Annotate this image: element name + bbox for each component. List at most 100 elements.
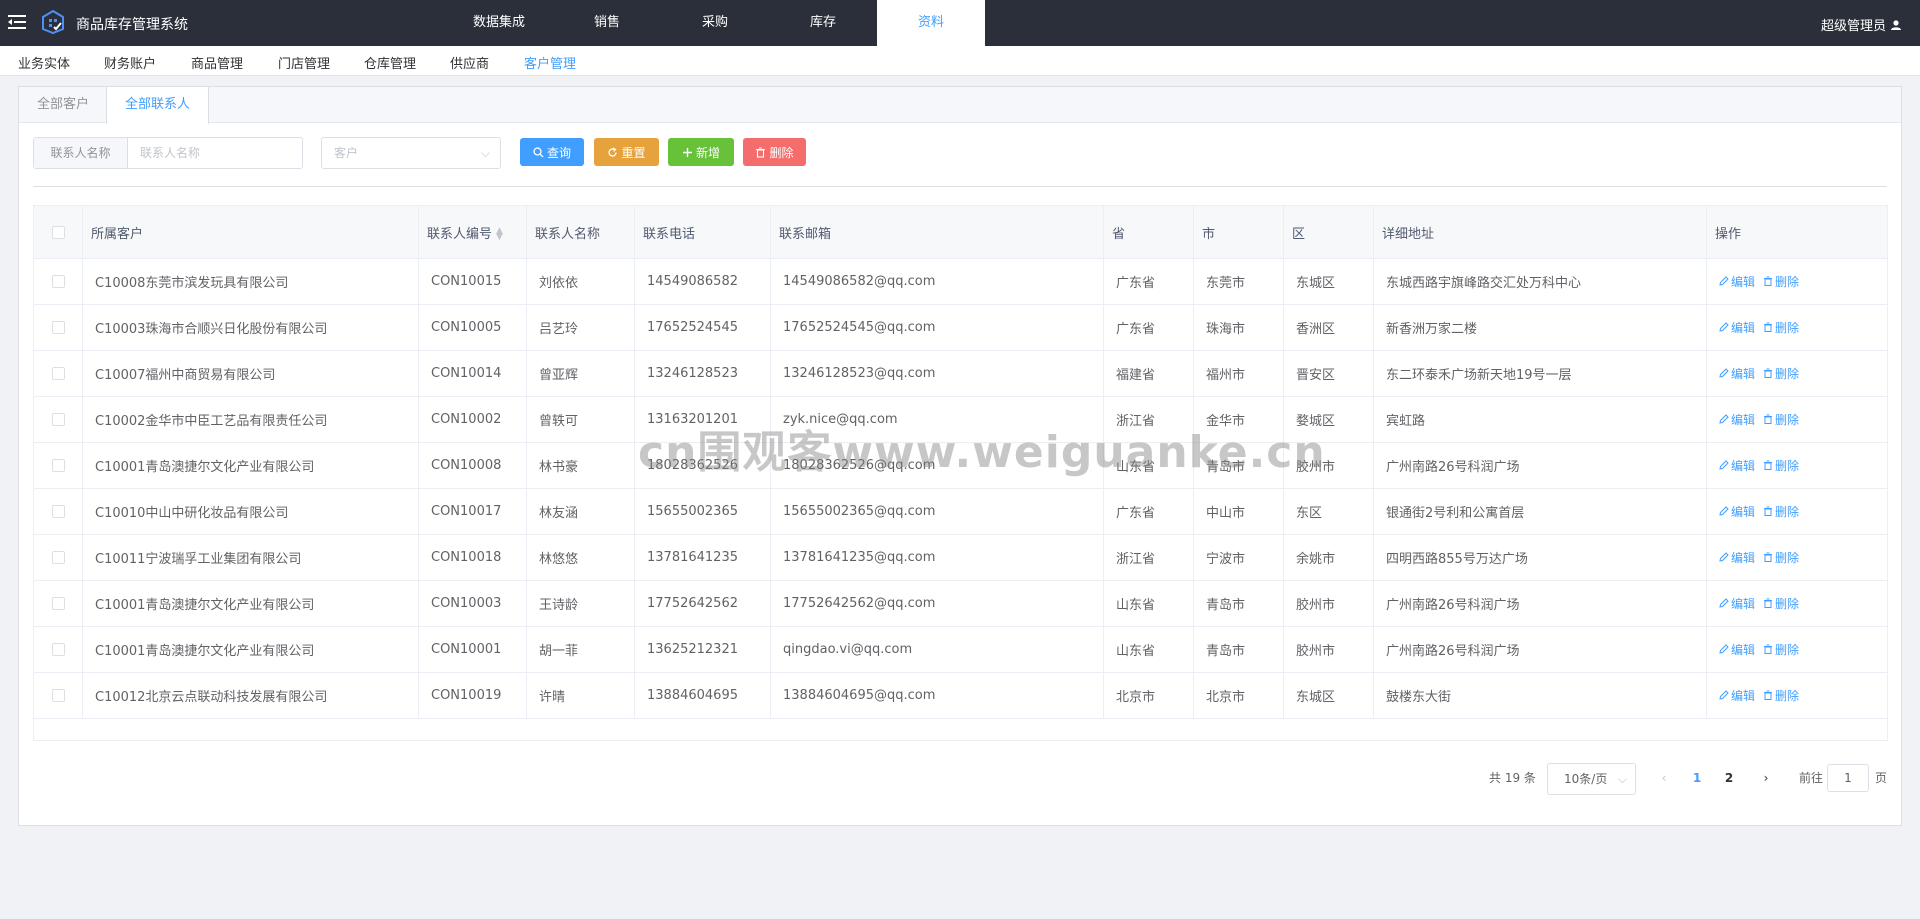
topnav-item-purchase[interactable]: 采购 xyxy=(661,0,769,46)
tab-all-customers[interactable]: 全部客户 xyxy=(19,87,107,123)
row-checkbox[interactable] xyxy=(51,321,65,334)
subnav-item-business-entity[interactable]: 业务实体 xyxy=(18,53,70,72)
row-delete-button[interactable]: 删除 xyxy=(1763,457,1799,474)
row-checkbox[interactable] xyxy=(51,643,65,656)
subnav-item-product[interactable]: 商品管理 xyxy=(191,53,243,72)
edit-button[interactable]: 编辑 xyxy=(1719,503,1755,520)
user-menu[interactable]: 超级管理员 xyxy=(1821,15,1902,34)
cell-phone: 13246128523 xyxy=(634,350,771,397)
cell-customer: C10012北京云点联动科技发展有限公司 xyxy=(82,672,419,719)
row-delete-button[interactable]: 删除 xyxy=(1763,503,1799,520)
cell-province: 福建省 xyxy=(1103,350,1194,397)
cell-address: 鼓楼东大街 xyxy=(1373,672,1707,719)
row-delete-button[interactable]: 删除 xyxy=(1763,549,1799,566)
prev-page-icon[interactable]: ‹ xyxy=(1657,763,1671,793)
row-delete-button[interactable]: 删除 xyxy=(1763,687,1799,704)
cell-contact-id: CON10008 xyxy=(418,442,527,489)
row-checkbox[interactable] xyxy=(51,689,65,702)
table-row: C10001青岛澳捷尔文化产业有限公司 CON10001 胡一菲 1362521232… xyxy=(33,626,1888,673)
edit-button[interactable]: 编辑 xyxy=(1719,457,1755,474)
customer-select[interactable]: 客户 ⌵ xyxy=(321,137,501,169)
page-2[interactable]: 2 xyxy=(1717,763,1741,793)
edit-icon xyxy=(1719,322,1729,332)
cell-contact-id: CON10017 xyxy=(418,488,527,535)
cell-district: 胶州市 xyxy=(1283,626,1374,673)
edit-button[interactable]: 编辑 xyxy=(1719,273,1755,290)
edit-button[interactable]: 编辑 xyxy=(1719,595,1755,612)
cell-email: 13246128523@qq.com xyxy=(770,350,1104,397)
subnav-item-finance-account[interactable]: 财务账户 xyxy=(104,53,156,72)
next-page-icon[interactable]: › xyxy=(1759,763,1773,793)
cell-contact-id: CON10018 xyxy=(418,534,527,581)
subnav-item-store[interactable]: 门店管理 xyxy=(278,53,330,72)
row-delete-button[interactable]: 删除 xyxy=(1763,595,1799,612)
tab-all-contacts[interactable]: 全部联系人 xyxy=(106,87,210,124)
edit-button[interactable]: 编辑 xyxy=(1719,687,1755,704)
row-checkbox[interactable] xyxy=(51,597,65,610)
row-select-cell xyxy=(33,304,83,351)
edit-icon xyxy=(1719,598,1729,608)
menu-toggle-icon[interactable] xyxy=(6,11,28,33)
row-delete-button[interactable]: 删除 xyxy=(1763,365,1799,382)
cell-phone: 13884604695 xyxy=(634,672,771,719)
query-button[interactable]: 查询 xyxy=(520,138,584,166)
chevron-down-icon: ⌵ xyxy=(480,146,490,160)
user-icon xyxy=(1891,19,1901,30)
row-delete-button[interactable]: 删除 xyxy=(1763,411,1799,428)
table-body: C10008东莞市滨发玩具有限公司 CON10015 刘依依 14549086582 1… xyxy=(33,258,1888,741)
subnav-item-supplier[interactable]: 供应商 xyxy=(450,53,489,72)
goto-page-input[interactable] xyxy=(1827,764,1869,792)
row-checkbox[interactable] xyxy=(51,551,65,564)
trash-icon xyxy=(1764,414,1773,425)
cell-phone: 15655002365 xyxy=(634,488,771,535)
row-delete-button[interactable]: 删除 xyxy=(1763,319,1799,336)
cell-contact-id: CON10015 xyxy=(418,258,527,305)
cell-phone: 18028362526 xyxy=(634,442,771,489)
edit-button[interactable]: 编辑 xyxy=(1719,319,1755,336)
cell-city: 青岛市 xyxy=(1193,626,1284,673)
row-delete-button[interactable]: 删除 xyxy=(1763,641,1799,658)
cell-customer: C10011宁波瑞孚工业集团有限公司 xyxy=(82,534,419,581)
row-checkbox[interactable] xyxy=(51,275,65,288)
sort-icon[interactable]: ▲ ▼ xyxy=(496,227,503,242)
row-checkbox[interactable] xyxy=(51,413,65,426)
page-size-select[interactable]: 10条/页 ⌵ xyxy=(1547,763,1636,795)
edit-button[interactable]: 编辑 xyxy=(1719,365,1755,382)
delete-button[interactable]: 删除 xyxy=(743,138,806,166)
subnav-item-customer[interactable]: 客户管理 xyxy=(524,53,576,72)
topnav-item-inventory[interactable]: 库存 xyxy=(769,0,877,46)
cell-district: 东城区 xyxy=(1283,672,1374,719)
page-1[interactable]: 1 xyxy=(1685,763,1709,793)
search-icon xyxy=(533,146,544,157)
row-select-cell xyxy=(33,580,83,627)
customer-select-placeholder: 客户 xyxy=(334,146,359,160)
cell-city: 青岛市 xyxy=(1193,442,1284,489)
page-size-value: 10条/页 xyxy=(1564,772,1608,786)
cell-contact-name: 刘依依 xyxy=(526,258,635,305)
cell-email: qingdao.vi@qq.com xyxy=(770,626,1104,673)
topnav-item-master-data[interactable]: 资料 xyxy=(877,0,985,46)
row-checkbox[interactable] xyxy=(51,505,65,518)
edit-button[interactable]: 编辑 xyxy=(1719,411,1755,428)
cell-city: 东莞市 xyxy=(1193,258,1284,305)
edit-button[interactable]: 编辑 xyxy=(1719,641,1755,658)
cell-province: 广东省 xyxy=(1103,258,1194,305)
row-checkbox[interactable] xyxy=(51,367,65,380)
column-header-contact-id[interactable]: 联系人编号 ▲ ▼ xyxy=(418,205,527,259)
main-card: 全部客户 全部联系人 联系人名称 客户 ⌵ 查询 重置 新增 删除 所属客户 联 xyxy=(18,86,1902,826)
edit-icon xyxy=(1719,460,1729,470)
add-button-label: 新增 xyxy=(695,145,720,160)
edit-button[interactable]: 编辑 xyxy=(1719,549,1755,566)
contact-name-label: 联系人名称 xyxy=(34,138,128,168)
topnav-item-data-integration[interactable]: 数据集成 xyxy=(445,0,553,46)
reset-button[interactable]: 重置 xyxy=(594,138,659,166)
cell-address: 广州南路26号科润广场 xyxy=(1373,580,1707,627)
row-delete-button[interactable]: 删除 xyxy=(1763,273,1799,290)
row-checkbox[interactable] xyxy=(51,459,65,472)
add-button[interactable]: 新增 xyxy=(668,138,734,166)
select-all-checkbox[interactable] xyxy=(51,225,65,239)
edit-label: 编辑 xyxy=(1731,274,1756,289)
topnav-item-sales[interactable]: 销售 xyxy=(553,0,661,46)
contact-name-input[interactable] xyxy=(128,138,302,168)
subnav-item-warehouse[interactable]: 仓库管理 xyxy=(364,53,416,72)
